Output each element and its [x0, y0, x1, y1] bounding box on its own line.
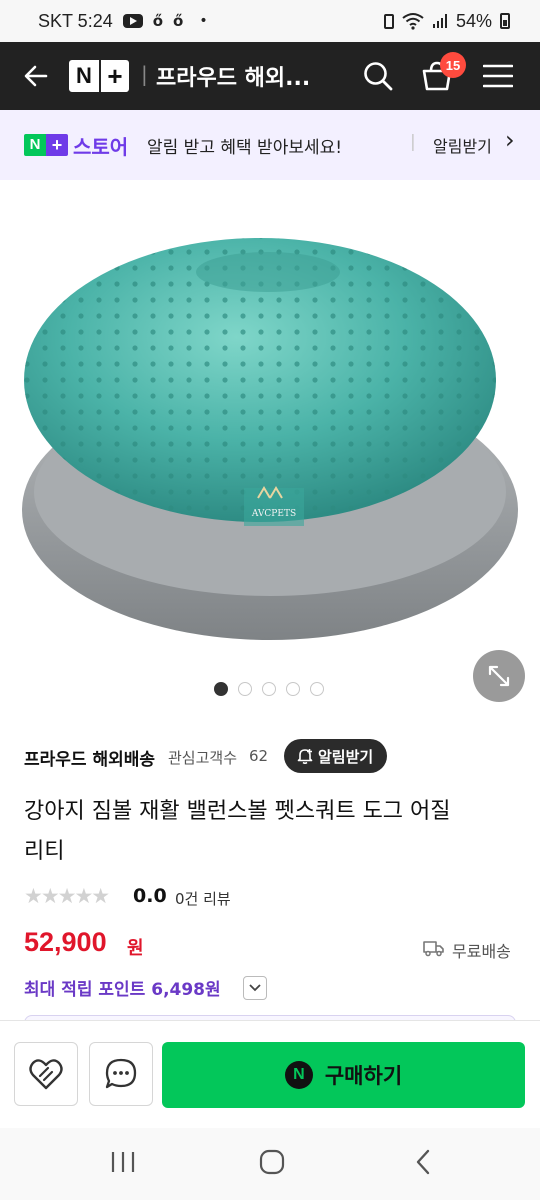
logo-n: N [69, 60, 99, 92]
banner-message: 알림 받고 혜택 받아보세요! [147, 138, 343, 158]
chat-button[interactable] [89, 1042, 153, 1106]
notification-icon: ő [152, 12, 164, 30]
banner-logo-n: N [24, 134, 46, 156]
bottom-action-bar: N 구매하기 [0, 1020, 540, 1128]
expand-image-button[interactable] [473, 650, 525, 702]
carousel-dot[interactable] [310, 682, 324, 696]
product-image-carousel[interactable]: AVCPETS [0, 180, 540, 710]
carousel-indicators [214, 682, 324, 696]
points-text: 최대 적립 포인트 6,498원 [24, 980, 221, 1000]
carousel-dot[interactable] [238, 682, 252, 696]
menu-icon[interactable] [483, 63, 513, 89]
banner-store-label: 스토어 [73, 135, 129, 159]
youtube-icon [122, 14, 143, 28]
buy-button[interactable]: N 구매하기 [162, 1042, 525, 1108]
chevron-down-icon [249, 984, 261, 992]
points-expand-button[interactable] [243, 976, 267, 1000]
wishlist-button[interactable] [14, 1042, 78, 1106]
heart-icon [29, 1059, 63, 1090]
banner-divider: | [410, 132, 416, 152]
price-value: 52,900 [24, 927, 107, 957]
product-title: 강아지 짐볼 재활 밸런스볼 펫스쿼트 도그 어질 리티 [24, 792, 524, 872]
store-title[interactable]: 프라우드 해외... [156, 60, 310, 92]
expand-icon [488, 665, 510, 687]
banner-naver-plus-logo: N + [24, 134, 68, 156]
buy-label: 구매하기 [324, 1064, 403, 1088]
cart-count-badge: 15 [440, 52, 466, 78]
price-unit: 원 [127, 938, 144, 959]
signal-icon [432, 14, 447, 28]
search-icon[interactable] [362, 60, 394, 92]
system-navigation-bar [0, 1128, 540, 1200]
product-title-line: 리티 [24, 839, 65, 864]
wifi-icon [402, 13, 424, 30]
top-app-bar: N + | 프라우드 해외... 15 [0, 42, 540, 110]
back-arrow-icon[interactable] [22, 62, 50, 90]
interest-label: 관심고객수 [168, 749, 238, 767]
header-divider: | [141, 62, 148, 86]
banner-logo-plus: + [46, 134, 68, 156]
carousel-dot[interactable] [286, 682, 300, 696]
bell-plus-icon [297, 749, 313, 764]
product-image: AVCPETS [22, 238, 518, 640]
notification-icon: ő [173, 12, 184, 30]
battery-saver-icon [383, 13, 394, 29]
naver-pay-logo: N [284, 1061, 313, 1089]
seller-name[interactable]: 프라우드 해외배송 [24, 745, 155, 770]
rating-stars: ★★★★★ [24, 884, 110, 908]
recent-apps-icon[interactable] [110, 1150, 136, 1174]
chat-icon [105, 1058, 137, 1089]
banner-action-link[interactable]: 알림받기 [433, 133, 492, 157]
notification-banner[interactable]: N + 스토어 알림 받고 혜택 받아보세요! | 알림받기 › [0, 110, 540, 180]
notify-label: 알림받기 [318, 747, 374, 766]
shipping-label: 무료배송 [452, 942, 511, 961]
chevron-right-icon: › [505, 126, 515, 154]
carrier-time: SKT 5:24 [38, 10, 113, 31]
rating-value: 0.0 [133, 885, 167, 907]
battery-icon [500, 13, 510, 29]
home-icon[interactable] [259, 1149, 285, 1175]
carousel-dot[interactable] [262, 682, 276, 696]
naver-plus-logo[interactable]: N + [69, 60, 129, 92]
status-bar: SKT 5:24 ő ő • 54% [0, 0, 540, 42]
truck-icon [423, 941, 444, 957]
carousel-dot[interactable] [214, 682, 228, 696]
seller-notify-button[interactable]: 알림받기 [284, 739, 388, 773]
back-icon[interactable] [414, 1149, 432, 1175]
logo-plus: + [99, 60, 129, 92]
product-title-line: 강아지 짐볼 재활 밸런스볼 펫스쿼트 도그 어질 [24, 799, 451, 824]
review-count-link[interactable]: 0건 리뷰 [175, 888, 231, 909]
battery-percent: 54% [455, 10, 492, 31]
more-notifications-dot: • [199, 13, 208, 29]
brand-mark: AVCPETS [251, 509, 296, 519]
interest-count: 62 [249, 747, 269, 765]
